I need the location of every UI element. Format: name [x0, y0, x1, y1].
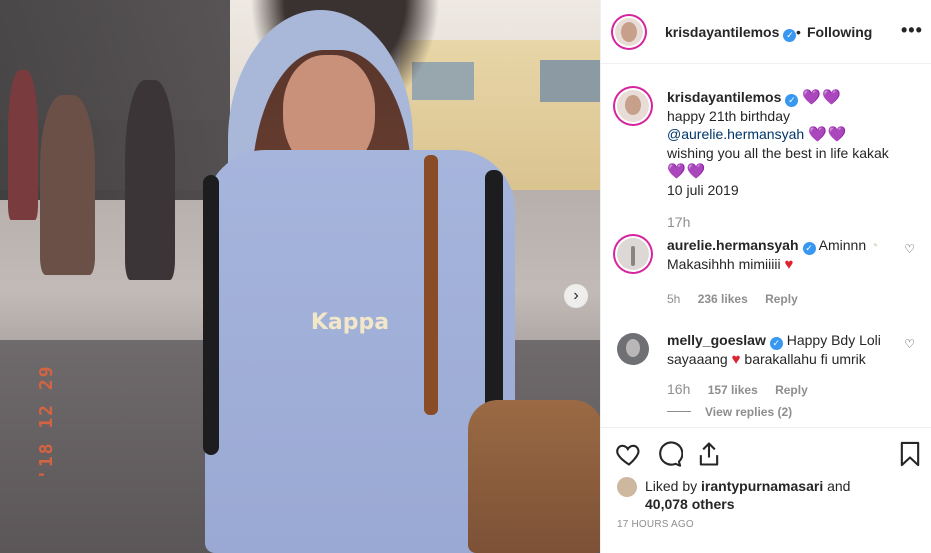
comment-like-icon[interactable]: ♡ [904, 337, 915, 351]
header-username-text[interactable]: krisdayantilemos [665, 24, 779, 40]
reply-button[interactable]: Reply [765, 292, 798, 306]
liked-by-prefix: Liked by [645, 478, 698, 494]
photo-subject-bag-strap [424, 155, 438, 415]
comment-time[interactable]: 5h [667, 292, 680, 306]
view-replies-label[interactable]: View replies (2) [705, 405, 792, 419]
avatar[interactable] [617, 477, 637, 497]
comment-likes-count[interactable]: 157 likes [708, 383, 758, 397]
photo-background-person [40, 95, 95, 275]
comment-text: aurelie.hermansyah ✓ Aminnn ◔ Makasihhh m… [667, 236, 897, 274]
purple-heart-emoji: 💜💜 [802, 89, 842, 106]
comment-body: Makasihhh mimiiiii [667, 256, 781, 272]
caption-time[interactable]: 17h [667, 214, 690, 230]
caption-username[interactable]: krisdayantilemos [667, 89, 781, 105]
divider [667, 411, 691, 412]
comment-body: Happy Bdy Loli [786, 332, 881, 348]
photo-subject-sleeve-stripe [203, 175, 219, 455]
red-heart-emoji: ♥ [784, 256, 794, 273]
photo-background-poster [540, 60, 600, 102]
view-replies-button[interactable]: View replies (2) [667, 405, 792, 419]
avatar[interactable] [617, 238, 649, 270]
photo-date-stamp: '18 12 29 [36, 364, 57, 480]
share-arrow-icon[interactable] [695, 440, 723, 468]
comment-meta: 5h 236 likes Reply [667, 292, 812, 306]
comment-bubble-icon[interactable] [655, 440, 683, 468]
reply-button[interactable]: Reply [775, 383, 808, 397]
comment-likes-count[interactable]: 236 likes [698, 292, 748, 306]
comment-like-icon[interactable]: ♡ [904, 242, 915, 256]
comment-username[interactable]: melly_goeslaw [667, 332, 766, 348]
liked-by-username[interactable]: irantypurnamasari [701, 478, 823, 494]
red-heart-emoji: ♥ [731, 351, 741, 368]
heart-outline-icon[interactable] [615, 440, 643, 468]
caption-mention[interactable]: @aurelie.hermansyah [667, 126, 804, 142]
photo-subject-bag [468, 400, 600, 553]
next-photo-button[interactable]: › [564, 284, 588, 308]
avatar[interactable] [615, 18, 643, 46]
comment-body: sayaaang [667, 351, 728, 367]
chevron-right-icon: › [573, 287, 579, 304]
photo-background-person [125, 80, 175, 280]
post-actions: Liked by irantypurnamasari and 40,078 ot… [601, 427, 931, 553]
likes-count-link[interactable]: 40,078 others [645, 496, 735, 512]
liked-by-and: and [827, 478, 851, 494]
comment-username[interactable]: aurelie.hermansyah [667, 237, 799, 253]
photo-background-person [8, 70, 38, 220]
comment-body: Aminnn [818, 237, 867, 253]
more-options-icon[interactable]: ••• [901, 20, 923, 41]
header-username[interactable]: krisdayantilemos ✓ [665, 24, 797, 42]
separator-dot: • [796, 24, 801, 40]
post-side-panel: krisdayantilemos ✓ • Following ••• krisda… [600, 0, 931, 553]
emoji-icon: ◔ [866, 237, 879, 253]
post-photo[interactable]: Kappa '18 12 29 › [0, 0, 600, 553]
bookmark-icon[interactable] [896, 440, 924, 468]
caption: krisdayantilemos ✓ 💜💜 happy 21th birthday… [615, 88, 915, 230]
caption-line: happy 21th birthday [667, 108, 790, 124]
purple-heart-emoji: 💜💜 [667, 163, 707, 180]
verified-badge-icon: ✓ [769, 337, 783, 350]
verified-badge-icon: ✓ [785, 94, 799, 107]
verified-badge-icon: ✓ [802, 242, 816, 255]
avatar[interactable] [617, 90, 649, 122]
caption-text: krisdayantilemos ✓ 💜💜 happy 21th birthday… [667, 88, 897, 199]
photo-hoodie-logo: Kappa [310, 310, 390, 335]
post-header: krisdayantilemos ✓ • Following ••• [601, 0, 931, 64]
caption-meta: 17h [667, 214, 704, 230]
following-button[interactable]: Following [807, 24, 872, 40]
comment-item: melly_goeslaw ✓ Happy Bdy Loli sayaaang ♥… [615, 331, 915, 426]
avatar[interactable] [617, 333, 649, 365]
purple-heart-emoji: 💜💜 [808, 126, 848, 143]
comment-time[interactable]: 16h [667, 381, 690, 397]
comment-item: aurelie.hermansyah ✓ Aminnn ◔ Makasihhh m… [615, 236, 915, 316]
post-timestamp[interactable]: 17 HOURS AGO [617, 519, 694, 530]
verified-badge-icon: ✓ [783, 29, 797, 42]
comment-meta: 16h 157 likes Reply [667, 381, 822, 397]
caption-line: wishing you all the best in life kakak [667, 145, 889, 161]
comment-body: barakallahu fi umrik [744, 351, 866, 367]
comment-text: melly_goeslaw ✓ Happy Bdy Loli sayaaang ♥… [667, 331, 897, 369]
liked-by-text: Liked by irantypurnamasari and 40,078 ot… [645, 477, 905, 513]
caption-date: 10 juli 2019 [667, 182, 739, 198]
comments-list[interactable]: krisdayantilemos ✓ 💜💜 happy 21th birthday… [601, 64, 931, 426]
